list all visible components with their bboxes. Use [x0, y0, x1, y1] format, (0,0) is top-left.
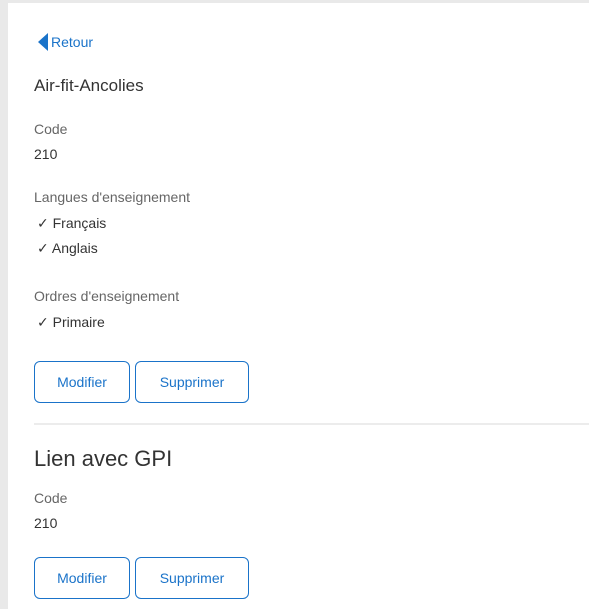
gpi-delete-button[interactable]: Supprimer	[135, 557, 249, 599]
edit-button[interactable]: Modifier	[34, 361, 130, 403]
order-item: ✓ Primaire	[37, 314, 105, 331]
language-item-label: Anglais	[51, 240, 98, 256]
gpi-code-label: Code	[34, 490, 68, 506]
languages-label: Langues d'enseignement	[34, 189, 191, 205]
section-title: Air-fit-Ancolies	[34, 76, 144, 95]
delete-button[interactable]: Supprimer	[135, 361, 249, 403]
section-divider	[34, 423, 589, 425]
orders-label: Ordres d'enseignement	[34, 288, 180, 304]
back-arrow-icon	[38, 33, 48, 51]
code-label: Code	[34, 121, 68, 137]
gpi-code-value: 210	[34, 515, 58, 531]
gpi-edit-button[interactable]: Modifier	[34, 557, 130, 599]
code-value: 210	[34, 146, 58, 162]
back-link[interactable]: Retour	[38, 33, 93, 51]
order-item-label: Primaire	[52, 314, 105, 330]
check-icon: ✓	[37, 215, 49, 231]
check-icon: ✓	[37, 240, 49, 256]
back-link-label: Retour	[51, 34, 94, 50]
gpi-section-title: Lien avec GPI	[34, 446, 173, 471]
language-item: ✓ Anglais	[37, 240, 98, 257]
language-item: ✓ Français	[37, 215, 106, 232]
language-item-label: Français	[52, 215, 107, 231]
check-icon: ✓	[37, 314, 49, 330]
